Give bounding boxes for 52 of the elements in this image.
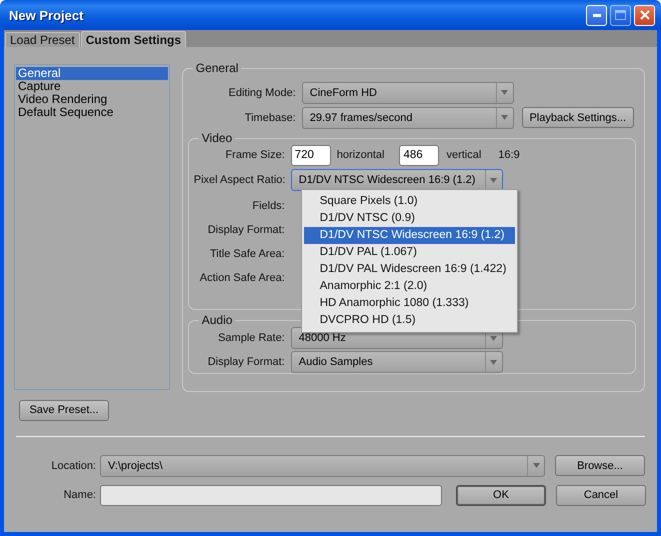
group-title: General — [194, 62, 240, 74]
minimize-icon — [592, 14, 600, 16]
aspect-ratio-text: 16:9 — [498, 149, 520, 161]
input-field[interactable]: 486 — [399, 144, 440, 166]
field-label: Editing Mode: — [227, 86, 297, 98]
browse-button[interactable]: Browse... — [555, 455, 645, 476]
field-label: Display Format: — [206, 224, 286, 236]
playback-settings-button[interactable]: Playback Settings... — [522, 107, 634, 128]
field-label: Display Format: — [206, 356, 286, 368]
field-label: Frame Size: — [224, 149, 286, 161]
tab[interactable]: Custom Settings — [80, 31, 186, 47]
list-item[interactable]: Capture — [16, 80, 168, 93]
field-label: Title Safe Area: — [208, 248, 286, 260]
dropdown[interactable]: Audio Samples — [290, 351, 503, 373]
field-label: Sample Rate: — [217, 332, 286, 344]
field-label: Fields: — [251, 200, 286, 212]
location-dropdown[interactable]: V:\projects\ — [100, 454, 545, 476]
tab[interactable]: Load Preset — [5, 32, 80, 47]
unit-label: vertical — [446, 149, 482, 161]
dialog-button[interactable]: OK — [456, 484, 546, 506]
maximize-icon — [615, 10, 626, 20]
menu-item[interactable]: D1/DV PAL Widescreen 16:9 (1.422) — [304, 261, 515, 278]
field-label: Timebase: — [244, 112, 297, 124]
menu-item[interactable]: D1/DV NTSC Widescreen 16:9 (1.2) — [304, 227, 515, 244]
dropdown[interactable]: CineForm HD — [302, 82, 514, 104]
minimize-button[interactable] — [586, 4, 607, 26]
save-preset-button[interactable]: Save Preset... — [19, 400, 109, 420]
field-label: Name: — [62, 489, 97, 501]
menu-item[interactable]: DVCPRO HD (1.5) — [304, 312, 515, 329]
menu-item[interactable]: HD Anamorphic 1080 (1.333) — [304, 295, 515, 312]
field-label: Pixel Aspect Ratio: — [194, 174, 286, 186]
input-field[interactable]: 720 — [290, 144, 331, 166]
list-item[interactable]: Default Sequence — [16, 106, 168, 119]
field-label: Location: — [50, 460, 97, 472]
window-title: New Project — [9, 8, 84, 22]
unit-label: horizontal — [336, 149, 384, 161]
close-icon — [640, 10, 650, 20]
menu-item[interactable]: D1/DV PAL (1.067) — [304, 244, 515, 261]
menu-item[interactable]: Square Pixels (1.0) — [304, 193, 515, 210]
menu-item[interactable]: Anamorphic 2:1 (2.0) — [304, 278, 515, 295]
group-title: Audio — [200, 314, 234, 326]
group-title: Video — [200, 132, 234, 144]
field-label: Action Safe Area: — [198, 272, 286, 284]
name-field[interactable] — [100, 484, 442, 506]
list-item[interactable]: Video Rendering — [16, 93, 168, 106]
close-button[interactable] — [634, 4, 655, 26]
dialog-button[interactable]: Cancel — [556, 484, 646, 506]
list-item[interactable]: General — [16, 67, 168, 80]
menu-item[interactable]: D1/DV NTSC (0.9) — [304, 210, 515, 227]
maximize-button[interactable] — [610, 4, 631, 26]
dropdown[interactable]: 29.97 frames/second — [302, 106, 514, 128]
dropdown[interactable]: D1/DV NTSC Widescreen 16:9 (1.2) — [290, 169, 503, 191]
